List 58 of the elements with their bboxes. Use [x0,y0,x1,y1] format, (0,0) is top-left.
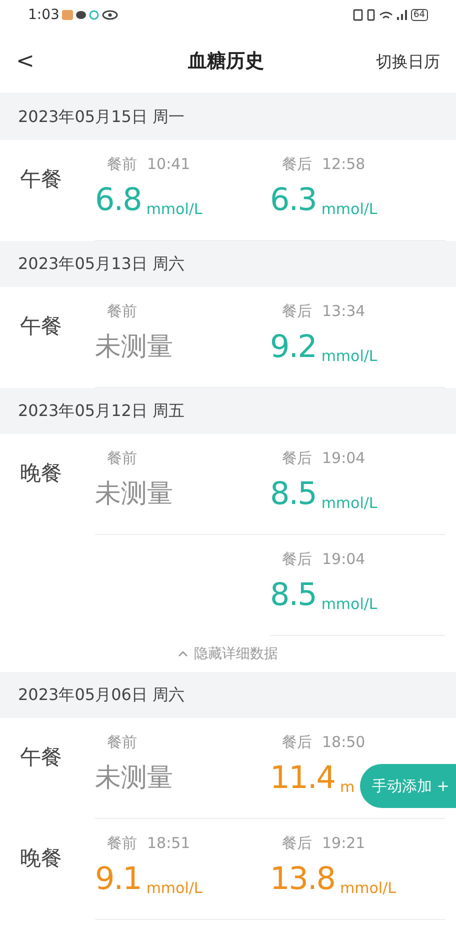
clock: 1:03 [28,6,60,24]
reading-label: 餐后 [282,732,312,752]
reading-time: 13:34 [322,301,366,321]
reading-time: 19:04 [322,448,366,468]
unit-label: mmol/L [321,493,378,513]
reading-time: 18:51 [147,833,190,853]
glucose-value: 未测量 [95,762,173,795]
glucose-value: 8.5 [270,475,316,514]
glucose-value: 11.4 [270,759,336,798]
unit-label: mmol/L [340,878,396,898]
meal-name: 晚餐 [20,846,62,870]
switch-calendar-button[interactable]: 切换日历 [376,50,440,74]
back-button[interactable]: < [16,45,76,78]
date-header: 2023年05月15日 周一 [0,94,456,140]
app-icon [62,10,74,20]
reading-label: 餐后 [282,549,312,569]
wifi-icon [378,10,393,20]
chevron-icon [178,651,188,657]
date-header: 2023年05月12日 周五 [0,388,456,434]
reading-label: 餐后 [282,301,312,321]
reading-label: 餐前 [107,301,137,321]
date-header: 2023年05月06日 周六 [0,672,456,718]
reading-time: 18:50 [322,732,366,752]
eye-icon [102,10,118,20]
unit-label: mmol/L [146,199,202,219]
meal-name: 晚餐 [20,461,62,485]
battery-icon: 64 [410,9,428,21]
page-title: 血糖历史 [188,49,264,74]
reading-label: 餐后 [282,154,312,174]
date-header: 2023年05月13日 周六 [0,241,456,287]
reading-time: 12:58 [322,154,366,174]
glucose-value: 6.3 [270,181,316,220]
unit-label: mmol/L [146,878,202,898]
unit-label: mmol/L [321,594,378,614]
reading-label: 餐前 [107,732,137,752]
glucose-value: 13.8 [270,860,336,899]
unit-label: mmol/L [321,199,378,219]
reading-label: 餐后 [282,448,312,468]
ring-icon [89,10,100,20]
reading-label: 餐后 [282,833,312,853]
reading-time: 19:04 [322,549,366,569]
glucose-value: 9.1 [95,860,142,899]
glucose-value: 未测量 [95,331,173,364]
meal-name: 午餐 [20,314,62,338]
reading-label: 餐前 [107,448,137,468]
glucose-value: 未测量 [95,478,173,511]
unit-label: mmol/L [321,346,378,366]
reading-time: 19:21 [322,833,366,853]
glucose-value: 6.8 [95,181,142,220]
reading-label: 餐前 [107,833,137,853]
reading-label: 餐前 [107,154,137,174]
meal-name: 午餐 [20,167,62,191]
glucose-value: 9.2 [270,328,316,367]
signal-icon [396,10,407,20]
unit-label: m [340,777,355,797]
meal-name: 午餐 [20,745,62,769]
glucose-value: 8.5 [270,576,316,615]
reading-time: 10:41 [147,154,190,174]
